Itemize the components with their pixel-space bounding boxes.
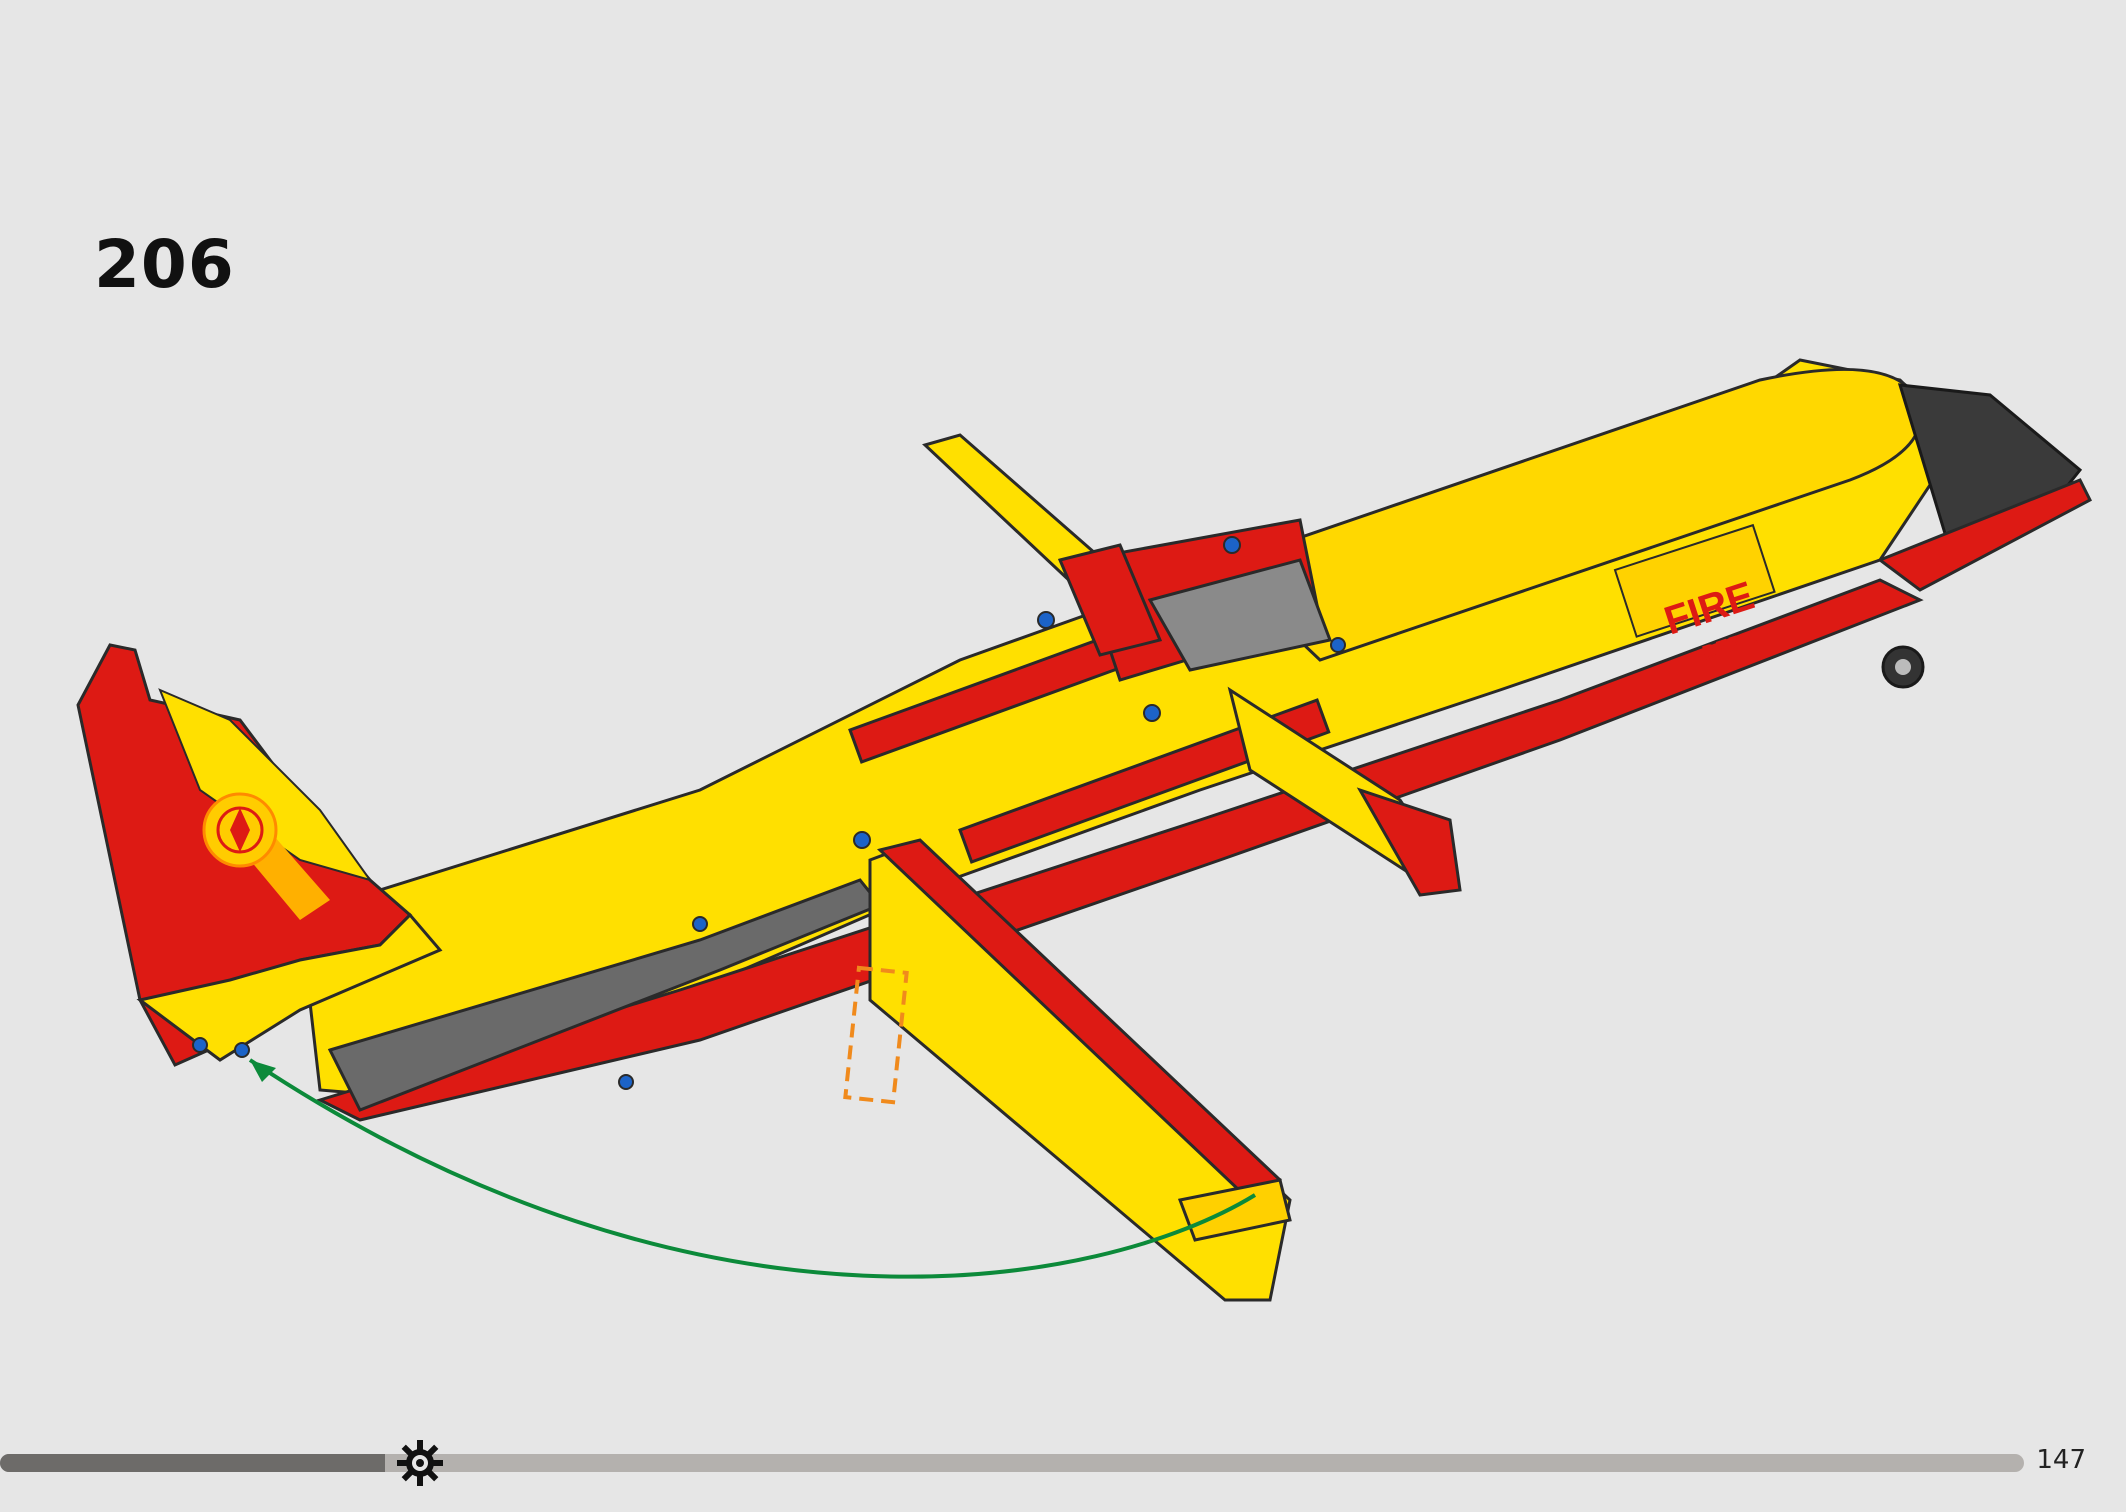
progress-fill	[0, 1454, 385, 1472]
arrow-head-icon	[250, 1060, 276, 1082]
build-illustration: FIRE DEPT.	[76, 358, 2092, 1302]
tail-fire-emblem	[202, 792, 278, 868]
page-number: 147	[2036, 1445, 2086, 1475]
landing-wheel	[1881, 645, 1925, 689]
fuselage	[298, 358, 2092, 1122]
gear-icon	[397, 1440, 443, 1486]
progress-track	[0, 1454, 2024, 1472]
